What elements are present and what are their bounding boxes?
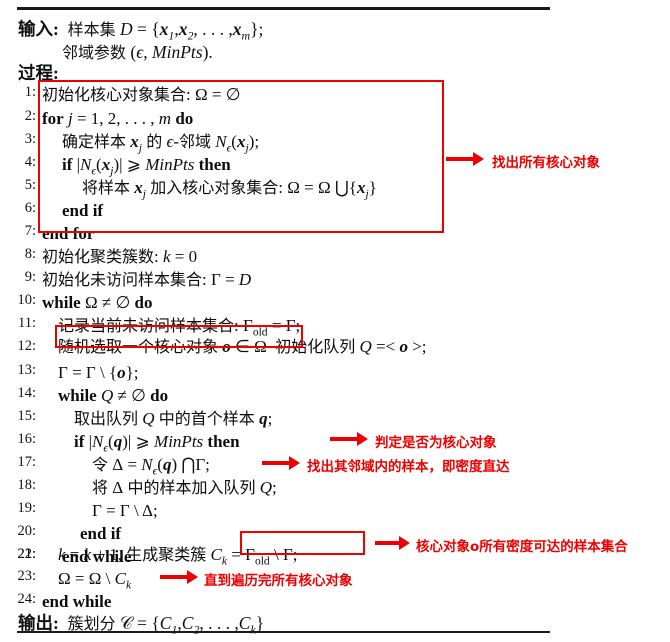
line-number: 13: bbox=[17, 362, 36, 378]
code-line-19: 19: Γ = Γ \ Δ; bbox=[0, 500, 670, 524]
line-content: while Q ≠ ∅ do bbox=[58, 386, 169, 405]
output-line: 簇划分 𝒞 = {C1,C2, . . . ,Ck} bbox=[67, 613, 265, 637]
arrow-density-reachable-set bbox=[375, 536, 410, 550]
algorithm-document: 输入: 样本集 D = {x1,x2, . . . ,xm}; 邻域参数 (ϵ,… bbox=[0, 0, 670, 642]
line-number: 19: bbox=[17, 500, 36, 516]
line-number: 7: bbox=[24, 223, 36, 239]
annotation-density-reachable-set: 核心对象o所有密度可达的样本集合 bbox=[416, 539, 628, 555]
annotation-judge-is-core-object: 判定是否为核心对象 bbox=[375, 435, 497, 451]
process-label: 过程: bbox=[18, 62, 59, 84]
output-label-text: 输出: bbox=[18, 613, 59, 633]
line-content: Γ = Γ \ Δ; bbox=[92, 501, 158, 520]
top-rule bbox=[17, 7, 550, 10]
input-line2: 邻域参数 (ϵ, MinPts). bbox=[62, 42, 213, 62]
annotation-find-neighborhood-samples: 找出其邻域内的样本，即密度直达 bbox=[307, 459, 510, 475]
annotation-find-all-core-objects: 找出所有核心对象 bbox=[492, 155, 600, 171]
code-line-9: 9: 初始化未访问样本集合: Γ = D bbox=[0, 269, 670, 293]
line-number: 1: bbox=[24, 84, 36, 100]
line-number: 9: bbox=[24, 269, 36, 285]
line-number: 3: bbox=[24, 131, 36, 147]
line-number: 8: bbox=[24, 246, 36, 262]
line-number: 2: bbox=[24, 108, 36, 124]
line-number: 23: bbox=[17, 568, 36, 584]
line-content: while Ω ≠ ∅ do bbox=[42, 293, 153, 312]
code-line-5: 5: 将样本 xj 加入核心对象集合: Ω = Ω ⋃{xj} bbox=[0, 177, 670, 201]
line-number: 17: bbox=[17, 454, 36, 470]
annotation-until-all-core-traversed: 直到遍历完所有核心对象 bbox=[204, 573, 353, 589]
arrow-find-all-core-objects bbox=[446, 152, 484, 166]
line-number: 12: bbox=[17, 338, 36, 354]
code-line-12: 12: 随机选取一个核心对象 o ∈ Ω 初始化队列 Q =< o >; bbox=[0, 326, 670, 356]
arrow-judge-is-core-object bbox=[330, 432, 368, 446]
input-label-text: 输入: bbox=[18, 19, 59, 39]
line-number: 15: bbox=[17, 408, 36, 424]
arrow-find-neighborhood-samples bbox=[262, 456, 300, 470]
code-line-18: 18: 将 Δ 中的样本加入队列 Q; bbox=[0, 477, 670, 501]
line-content: end for bbox=[42, 224, 95, 243]
code-line-13: 13: Γ = Γ \ {o}; bbox=[0, 362, 670, 386]
line-content: 随机选取一个核心对象 o ∈ Ω 初始化队列 Q =< o >; bbox=[58, 337, 427, 356]
line-number: 5: bbox=[24, 177, 36, 193]
line-content: 初始化未访问样本集合: Γ = D bbox=[42, 270, 252, 289]
line-number: 18: bbox=[17, 477, 36, 493]
code-line-6: 6: end if bbox=[0, 200, 670, 224]
code-line-7: 7: end for bbox=[0, 223, 670, 247]
line-number: 10: bbox=[17, 292, 36, 308]
input-line1: 样本集 D = {x1,x2, . . . ,xm}; bbox=[67, 19, 264, 43]
line-number: 4: bbox=[24, 154, 36, 170]
line-content: Γ = Γ \ {o}; bbox=[58, 363, 139, 382]
line-content: end if bbox=[62, 201, 104, 220]
line-number: 16: bbox=[17, 431, 36, 447]
line-number: 14: bbox=[17, 385, 36, 401]
line-content: 初始化聚类簇数: k = 0 bbox=[42, 247, 198, 266]
line-number: 6: bbox=[24, 200, 36, 216]
line-number: 22: bbox=[17, 546, 36, 562]
line-content: 初始化核心对象集合: Ω = ∅ bbox=[42, 85, 241, 104]
process-label-text: 过程: bbox=[18, 63, 59, 83]
code-line-15: 15: 取出队列 Q 中的首个样本 q; bbox=[0, 408, 670, 432]
line-number: 24: bbox=[17, 591, 36, 607]
line-content: end while bbox=[42, 592, 112, 611]
line-content: for j = 1, 2, . . . , m do bbox=[42, 109, 194, 128]
code-line-1: 1: 初始化核心对象集合: Ω = ∅ bbox=[0, 84, 670, 108]
line-content: 将 Δ 中的样本加入队列 Q; bbox=[92, 478, 277, 497]
code-line-10: 10: while Ω ≠ ∅ do bbox=[0, 292, 670, 316]
output-label: 输出: 簇划分 𝒞 = {C1,C2, . . . ,Ck} bbox=[18, 612, 264, 641]
arrow-until-all-core-traversed bbox=[160, 570, 198, 584]
line-content: 取出队列 Q 中的首个样本 q; bbox=[74, 409, 273, 428]
code-line-2: 2: for j = 1, 2, . . . , m do bbox=[0, 108, 670, 132]
code-line-8: 8: 初始化聚类簇数: k = 0 bbox=[0, 246, 670, 270]
bottom-rule bbox=[17, 631, 550, 633]
code-line-14: 14: while Q ≠ ∅ do bbox=[0, 385, 670, 409]
